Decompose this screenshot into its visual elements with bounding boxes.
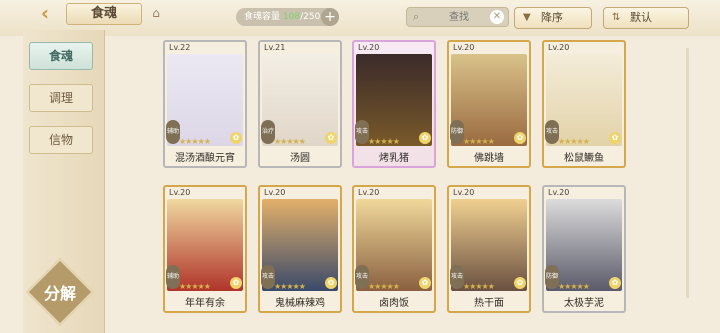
card[interactable]: Lv.20 防御 ★★★★★ ✿ 太极芋泥	[542, 185, 626, 313]
card[interactable]: Lv.21 治疗 ★★★★★ ✿ 汤圆	[258, 40, 342, 168]
role-badge: 治疗	[261, 120, 275, 144]
star-rating: ★★★★★	[463, 282, 495, 291]
star-rating: ★★★★★	[463, 137, 495, 146]
card[interactable]: Lv.20 攻击 ★★★★★ ✿ 烤乳猪	[352, 40, 436, 168]
flower-icon: ✿	[514, 277, 526, 289]
card-name: 佛跳墙	[474, 153, 504, 164]
star-rating: ★★★★★	[179, 282, 211, 291]
card-name: 热干面	[474, 298, 504, 309]
flower-icon: ✿	[230, 277, 242, 289]
card-name: 太极芋泥	[564, 298, 604, 309]
role-badge: 辅助	[166, 265, 180, 289]
flower-icon: ✿	[325, 277, 337, 289]
card-level: Lv.22	[169, 43, 191, 52]
card[interactable]: Lv.20 攻击 ★★★★★ ✿ 卤肉饭	[352, 185, 436, 313]
card-level: Lv.21	[264, 43, 286, 52]
card-grid: Lv.22 辅助 ★★★★★ ✿ 混汤酒酿元宵 Lv.21 治疗 ★★★★★ ✿…	[0, 0, 720, 333]
flower-icon: ✿	[419, 132, 431, 144]
card-level: Lv.20	[264, 188, 286, 197]
card-level: Lv.20	[358, 43, 380, 52]
card[interactable]: Lv.20 攻击 ★★★★★ ✿ 鬼械麻辣鸡	[258, 185, 342, 313]
role-badge: 攻击	[545, 120, 559, 144]
card-level: Lv.20	[453, 188, 475, 197]
star-rating: ★★★★★	[274, 282, 306, 291]
card[interactable]: Lv.20 辅助 ★★★★★ ✿ 年年有余	[163, 185, 247, 313]
role-badge: 辅助	[166, 120, 180, 144]
card[interactable]: Lv.20 防御 ★★★★★ ✿ 佛跳墙	[447, 40, 531, 168]
card-level: Lv.20	[453, 43, 475, 52]
role-badge: 攻击	[261, 265, 275, 289]
card-name: 鬼械麻辣鸡	[275, 298, 325, 309]
card-level: Lv.20	[548, 188, 570, 197]
role-badge: 攻击	[355, 120, 369, 144]
flower-icon: ✿	[514, 132, 526, 144]
star-rating: ★★★★★	[274, 137, 306, 146]
role-badge: 攻击	[450, 265, 464, 289]
card-level: Lv.20	[548, 43, 570, 52]
card[interactable]: Lv.22 辅助 ★★★★★ ✿ 混汤酒酿元宵	[163, 40, 247, 168]
card-name: 卤肉饭	[379, 298, 409, 309]
flower-icon: ✿	[230, 132, 242, 144]
star-rating: ★★★★★	[558, 282, 590, 291]
card[interactable]: Lv.20 攻击 ★★★★★ ✿ 热干面	[447, 185, 531, 313]
star-rating: ★★★★★	[368, 282, 400, 291]
card-name: 汤圆	[290, 153, 310, 164]
card-name: 烤乳猪	[379, 153, 409, 164]
flower-icon: ✿	[609, 132, 621, 144]
star-rating: ★★★★★	[179, 137, 211, 146]
role-badge: 攻击	[355, 265, 369, 289]
scrollbar[interactable]	[686, 48, 689, 298]
card-name: 混汤酒酿元宵	[175, 153, 235, 164]
card-level: Lv.20	[169, 188, 191, 197]
star-rating: ★★★★★	[368, 137, 400, 146]
flower-icon: ✿	[325, 132, 337, 144]
role-badge: 防御	[450, 120, 464, 144]
card-name: 松鼠鳜鱼	[564, 153, 604, 164]
star-rating: ★★★★★	[558, 137, 590, 146]
card[interactable]: Lv.20 攻击 ★★★★★ ✿ 松鼠鳜鱼	[542, 40, 626, 168]
flower-icon: ✿	[419, 277, 431, 289]
card-name: 年年有余	[185, 298, 225, 309]
role-badge: 防御	[545, 265, 559, 289]
card-level: Lv.20	[358, 188, 380, 197]
flower-icon: ✿	[609, 277, 621, 289]
